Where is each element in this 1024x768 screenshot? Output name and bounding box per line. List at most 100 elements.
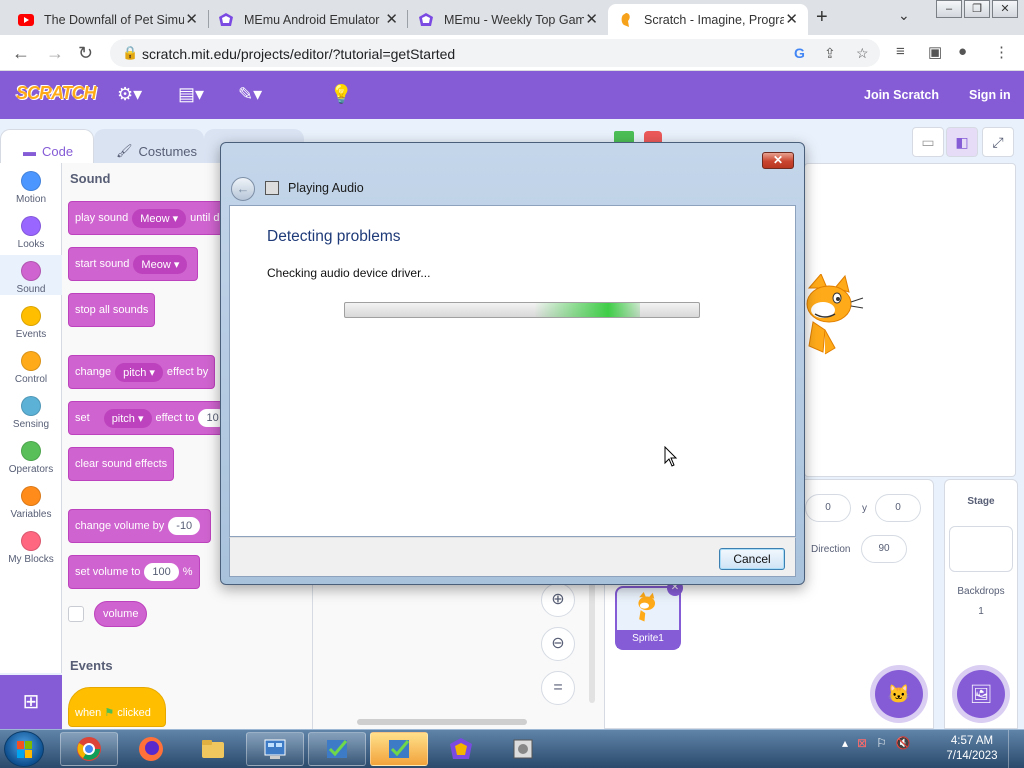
zoom-reset-button[interactable]: =: [541, 671, 575, 705]
troubleshooter-icon: [265, 181, 279, 195]
scratch-logo[interactable]: SCRATCH: [16, 83, 97, 104]
browser-tab-scratch[interactable]: Scratch - Imagine, Progra ✕: [608, 4, 808, 35]
share-icon[interactable]: ⇪: [824, 45, 836, 62]
change-volume-block[interactable]: change volume by -10: [68, 509, 212, 543]
taskbar-clock[interactable]: 4:57 AM 7/14/2023: [946, 734, 998, 764]
show-desktop-button[interactable]: [1008, 730, 1024, 768]
sound-dropdown[interactable]: Meow ▾: [133, 254, 188, 274]
dialog-back-button[interactable]: ←: [231, 177, 255, 201]
close-tab-icon[interactable]: ✕: [185, 10, 198, 28]
media-control-icon[interactable]: ≡: [896, 43, 905, 60]
stop-all-sounds-block[interactable]: stop all sounds: [68, 293, 156, 327]
taskbar-troubleshooter-active[interactable]: [370, 732, 428, 766]
clear-sound-effects-block[interactable]: clear sound effects: [68, 447, 175, 481]
category-motion[interactable]: Motion: [0, 171, 62, 205]
stage-thumbnail[interactable]: [949, 526, 1013, 572]
play-sound-block[interactable]: play sound Meow ▾ until d: [68, 201, 227, 235]
dialog-close-button[interactable]: ✕: [762, 152, 794, 169]
forward-arrow-icon[interactable]: →: [46, 43, 64, 64]
start-sound-block[interactable]: start sound Meow ▾: [68, 247, 199, 281]
chevron-down-icon[interactable]: ⌄: [898, 7, 910, 24]
google-icon[interactable]: G: [794, 45, 805, 61]
settings-gear-icon[interactable]: ⚙▾: [117, 84, 142, 105]
choose-backdrop-button[interactable]: 🖼: [957, 670, 1005, 718]
category-sensing[interactable]: Sensing: [0, 396, 62, 430]
volume-muted-icon[interactable]: 🔇: [896, 736, 911, 750]
troubleshooter-check-icon: [389, 740, 410, 758]
edit-menu-icon[interactable]: ✎▾: [238, 84, 262, 105]
sprite-thumbnail[interactable]: Sprite1: [615, 586, 681, 650]
category-control[interactable]: Control: [0, 351, 62, 385]
taskbar-control-panel[interactable]: [246, 732, 304, 766]
start-button[interactable]: [4, 731, 44, 767]
taskbar-chrome[interactable]: [60, 732, 118, 766]
taskbar-firefox[interactable]: [122, 732, 180, 766]
bookmark-star-icon[interactable]: ☆: [856, 45, 869, 62]
category-operators[interactable]: Operators: [0, 441, 62, 475]
sound-dropdown[interactable]: Meow ▾: [132, 208, 187, 228]
normal-stage-button[interactable]: ◧: [946, 127, 978, 157]
small-stage-button[interactable]: ▭: [912, 127, 944, 157]
horizontal-scrollbar[interactable]: [357, 719, 527, 725]
taskbar-media-app[interactable]: [494, 732, 552, 766]
add-extension-button[interactable]: ⊞: [0, 675, 62, 729]
youtube-icon: [18, 12, 34, 28]
join-scratch-link[interactable]: Join Scratch: [864, 88, 939, 102]
minimize-icon[interactable]: –: [936, 0, 962, 18]
browser-tab-youtube[interactable]: The Downfall of Pet Simu ✕: [8, 4, 208, 35]
zoom-in-button[interactable]: ⊕: [541, 583, 575, 617]
reload-icon[interactable]: ↻: [78, 43, 93, 64]
menu-kebab-icon[interactable]: ⋮: [994, 43, 1009, 61]
volume-reporter-block[interactable]: volume: [94, 601, 148, 627]
sign-in-link[interactable]: Sign in: [969, 88, 1011, 102]
set-volume-block[interactable]: set volume to 100 %: [68, 555, 200, 589]
sprite-direction-input[interactable]: 90: [861, 535, 907, 563]
category-variables[interactable]: Variables: [0, 486, 62, 520]
when-flag-clicked-block[interactable]: when ⚑ clicked: [68, 687, 166, 727]
file-menu-icon[interactable]: ▤▾: [178, 84, 204, 105]
browser-tab-memu-emulator[interactable]: MEmu Android Emulator ✕: [208, 4, 408, 35]
maximize-icon[interactable]: ❐: [964, 0, 990, 18]
choose-sprite-button[interactable]: 🐱: [875, 670, 923, 718]
control-panel-icon: [264, 739, 286, 759]
add-extension-icon: ⊞: [22, 691, 40, 713]
dialog-footer: Cancel: [229, 537, 796, 577]
taskbar-troubleshooter[interactable]: [308, 732, 366, 766]
volume-set-input[interactable]: 100: [144, 563, 179, 581]
y-label: y: [862, 503, 867, 514]
sprite-y-input[interactable]: 0: [875, 494, 921, 522]
set-effect-block[interactable]: set pitch ▾ effect to 10: [68, 401, 238, 435]
close-tab-icon[interactable]: ✕: [585, 10, 598, 28]
zoom-out-button[interactable]: ⊖: [541, 627, 575, 661]
mouse-cursor-icon: [664, 446, 678, 467]
tray-expand-icon[interactable]: ▴: [842, 736, 848, 750]
category-looks[interactable]: Looks: [0, 216, 62, 250]
windows-taskbar: ▴ ⊠ ⚐ 🔇 4:57 AM 7/14/2023: [0, 729, 1024, 768]
back-arrow-icon[interactable]: ←: [12, 43, 30, 64]
taskbar-explorer[interactable]: [184, 732, 242, 766]
change-effect-block[interactable]: change pitch ▾ effect by: [68, 355, 216, 389]
close-tab-icon[interactable]: ✕: [785, 10, 798, 28]
category-my-blocks[interactable]: My Blocks: [0, 531, 62, 565]
cancel-button[interactable]: Cancel: [719, 548, 785, 570]
category-sound[interactable]: Sound: [0, 255, 62, 295]
profile-icon[interactable]: ●: [958, 43, 967, 60]
url-field[interactable]: 🔒 scratch.mit.edu/projects/editor/?tutor…: [110, 39, 880, 67]
fullscreen-button[interactable]: ⤢: [982, 127, 1014, 157]
category-events[interactable]: Events: [0, 306, 62, 340]
taskbar-memu[interactable]: [432, 732, 490, 766]
action-center-icon[interactable]: ⚐: [876, 736, 887, 750]
stage-canvas[interactable]: [804, 163, 1016, 477]
side-panel-icon[interactable]: ▣: [928, 43, 942, 61]
effect-dropdown[interactable]: pitch ▾: [115, 362, 163, 382]
effect-dropdown[interactable]: pitch ▾: [103, 408, 152, 428]
sprite-x-input[interactable]: 0: [805, 494, 851, 522]
new-tab-icon[interactable]: +: [816, 6, 828, 29]
volume-change-input[interactable]: -10: [168, 517, 201, 535]
close-window-icon[interactable]: ✕: [992, 0, 1018, 18]
network-error-icon[interactable]: ⊠: [857, 736, 867, 750]
tutorials-lightbulb-icon[interactable]: 💡: [330, 84, 352, 105]
browser-tab-memu-weekly[interactable]: MEmu - Weekly Top Gam ✕: [408, 4, 608, 35]
close-tab-icon[interactable]: ✕: [385, 10, 398, 28]
volume-monitor-checkbox[interactable]: [68, 606, 84, 622]
